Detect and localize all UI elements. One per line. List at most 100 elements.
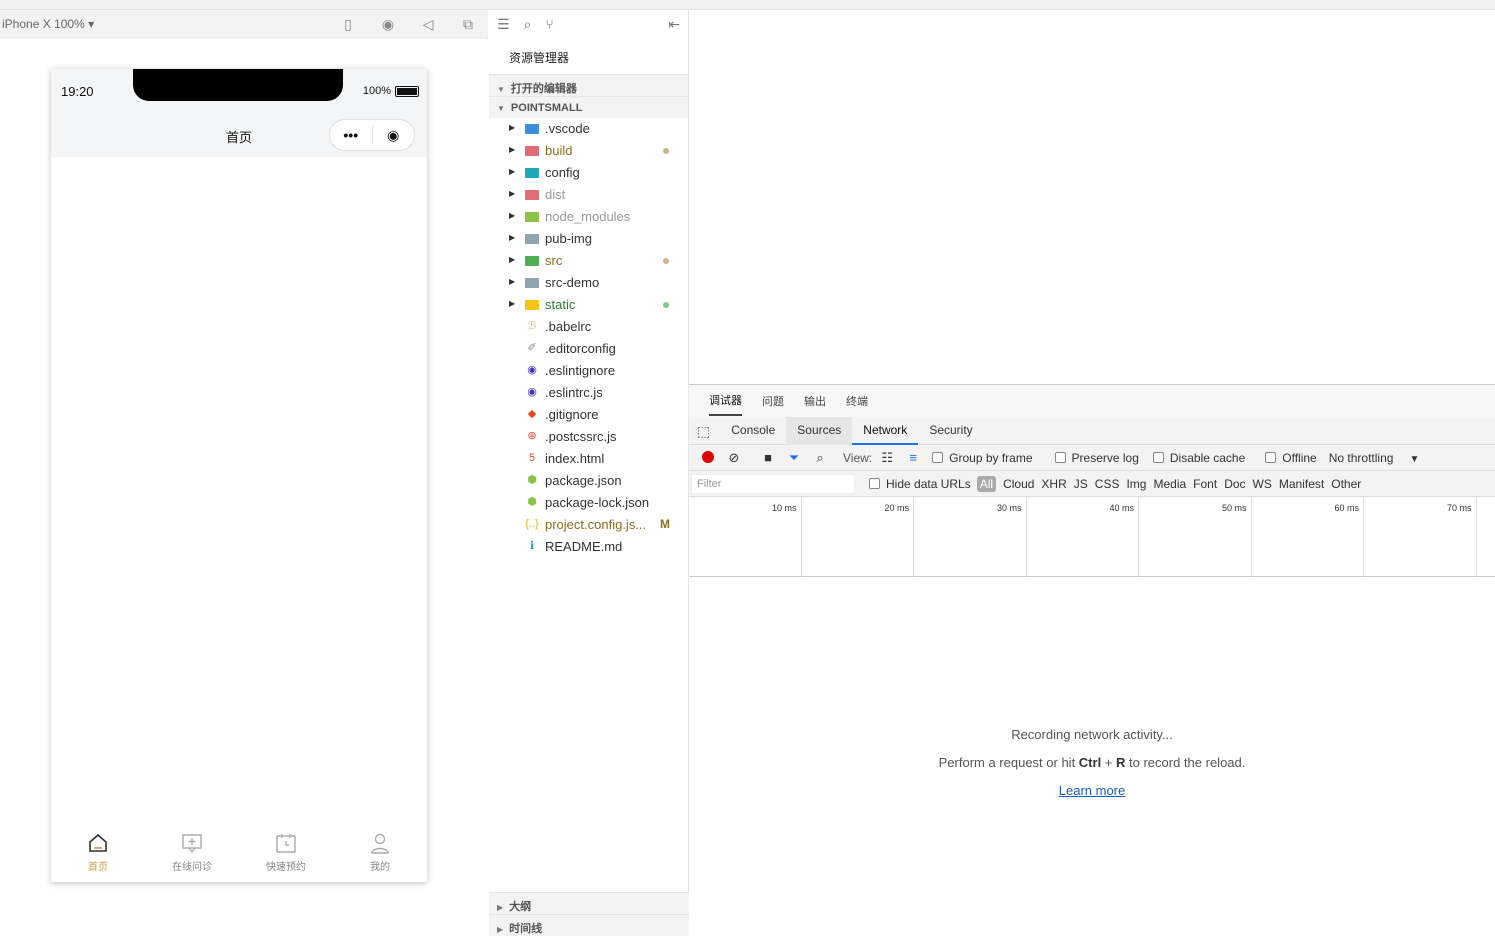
device-selector[interactable]: iPhone X 100% ▾ xyxy=(2,17,94,31)
tab-console[interactable]: Console xyxy=(720,417,786,445)
battery-icon xyxy=(395,85,419,97)
search-icon[interactable]: ⌕ xyxy=(809,450,831,466)
file-name: package.json xyxy=(545,473,622,488)
file-row[interactable]: ⬢ package.json xyxy=(489,470,688,492)
folder-row[interactable]: ▶ .vscode xyxy=(489,118,688,140)
inspect-element-icon[interactable]: ⬚ xyxy=(689,417,720,445)
folder-icon xyxy=(525,254,539,267)
tab-mine[interactable]: 我的 xyxy=(333,820,427,882)
file-row[interactable]: ✐ .editorconfig xyxy=(489,338,688,360)
folder-row[interactable]: ▶ build xyxy=(489,140,688,162)
outline-section[interactable]: ▶ 大纲 xyxy=(489,892,689,914)
filter-type-doc[interactable]: Doc xyxy=(1224,477,1245,491)
git-status-dot xyxy=(663,148,669,154)
tab-sources[interactable]: Sources xyxy=(786,416,853,445)
folder-row[interactable]: ▶ config xyxy=(489,162,688,184)
record-icon[interactable]: ◉ xyxy=(380,16,396,32)
tab-debugger[interactable]: 调试器 xyxy=(709,386,742,416)
volume-icon[interactable]: ◁ xyxy=(420,16,436,32)
tab-security[interactable]: Security xyxy=(918,417,983,445)
tab-consult[interactable]: 在线问诊 xyxy=(145,820,239,882)
folder-row[interactable]: ▶ pub-img xyxy=(489,228,688,250)
filter-type-css[interactable]: CSS xyxy=(1095,477,1120,491)
file-name: .babelrc xyxy=(545,319,592,334)
camera-icon[interactable]: ■ xyxy=(757,450,779,465)
search-icon[interactable]: ⌕ xyxy=(524,16,532,33)
large-rows-icon[interactable]: ☷ xyxy=(876,450,898,466)
filter-type-other[interactable]: Other xyxy=(1331,477,1361,491)
filter-type-xhr[interactable]: XHR xyxy=(1041,477,1066,491)
file-name: README.md xyxy=(545,539,623,554)
tab-terminal[interactable]: 终端 xyxy=(846,387,868,415)
filter-type-cloud[interactable]: Cloud xyxy=(1003,477,1034,491)
file-name: dist xyxy=(545,187,566,202)
outline-label: 大纲 xyxy=(509,901,532,913)
file-row[interactable]: ℬ .babelrc xyxy=(489,316,688,338)
simulator-toolbar: iPhone X 100% ▾ ▯ ◉ ◁ ⧉ xyxy=(0,10,488,38)
file-row[interactable]: ◉ .eslintrc.js xyxy=(489,382,688,404)
file-row[interactable]: ℹ README.md xyxy=(489,536,688,558)
file-type-icon: ◆ xyxy=(527,408,537,420)
file-type-icon: ⬢ xyxy=(527,474,537,486)
waterfall-icon[interactable]: ≡ xyxy=(902,450,924,465)
file-row[interactable]: ◆ .gitignore xyxy=(489,404,688,426)
filter-type-ws[interactable]: WS xyxy=(1253,477,1272,491)
tab-home[interactable]: 首页 xyxy=(51,820,145,882)
preserve-log-checkbox[interactable]: Preserve log xyxy=(1054,451,1139,465)
folder-icon xyxy=(525,210,539,223)
timeline-section[interactable]: ▶ 时间线 xyxy=(489,914,689,936)
file-name: index.html xyxy=(545,451,605,466)
file-row[interactable]: ⬢ package-lock.json xyxy=(489,492,688,514)
open-editors-section[interactable]: ▼ 打开的编辑器 xyxy=(489,74,688,96)
filter-type-manifest[interactable]: Manifest xyxy=(1279,477,1324,491)
phone-icon[interactable]: ▯ xyxy=(340,16,356,32)
capsule-menu: ••• ◉ xyxy=(329,119,415,151)
folder-row[interactable]: ▶ dist xyxy=(489,184,688,206)
folder-row[interactable]: ▶ node_modules xyxy=(489,206,688,228)
explorer-panel: ☰ ⌕ ⑂ ⇤ 资源管理器 ▼ 打开的编辑器 ▼ POINTSMALL ▶ .vsco… xyxy=(489,10,689,936)
chevron-down-icon: ▼ xyxy=(497,104,505,113)
record-button[interactable] xyxy=(697,450,719,465)
filter-type-font[interactable]: Font xyxy=(1193,477,1217,491)
file-name: .eslintrc.js xyxy=(545,385,603,400)
hide-data-urls-checkbox[interactable]: Hide data URLs xyxy=(869,477,971,491)
file-row[interactable]: ◉ .eslintignore xyxy=(489,360,688,382)
clear-icon[interactable]: ⊘ xyxy=(723,450,745,466)
mini-program-navbar: 首页 ••• ◉ xyxy=(51,113,427,157)
tab-problems[interactable]: 问题 xyxy=(762,387,784,415)
offline-checkbox[interactable]: Offline xyxy=(1265,451,1317,465)
throttling-select[interactable]: No throttling ▼ xyxy=(1329,451,1420,465)
more-icon[interactable]: ••• xyxy=(330,127,372,143)
dropdown-arrow-icon: ▼ xyxy=(1409,453,1420,465)
folder-icon xyxy=(525,232,539,245)
tab-output[interactable]: 输出 xyxy=(804,387,826,415)
chevron-right-icon: ▶ xyxy=(509,277,516,286)
filter-type-all[interactable]: All xyxy=(976,475,997,492)
folder-row[interactable]: ▶ src-demo xyxy=(489,272,688,294)
file-name: .vscode xyxy=(545,121,590,136)
filter-icon[interactable]: ⏷ xyxy=(783,450,805,466)
filter-type-media[interactable]: Media xyxy=(1153,477,1186,491)
list-icon[interactable]: ☰ xyxy=(497,16,510,33)
filter-type-img[interactable]: Img xyxy=(1126,477,1146,491)
file-row[interactable]: ⊛ .postcssrc.js xyxy=(489,426,688,448)
folder-row[interactable]: ▶ static xyxy=(489,294,688,316)
learn-more-link[interactable]: Learn more xyxy=(1059,783,1125,798)
folder-row[interactable]: ▶ src xyxy=(489,250,688,272)
tab-appointment[interactable]: 快速预约 xyxy=(239,820,333,882)
filter-type-js[interactable]: JS xyxy=(1074,477,1088,491)
file-type-icon: 5 xyxy=(528,452,536,464)
collapse-panel-icon[interactable]: ⇤ xyxy=(668,16,680,33)
disable-cache-checkbox[interactable]: Disable cache xyxy=(1152,451,1245,465)
branch-icon[interactable]: ⑂ xyxy=(545,16,553,32)
file-row[interactable]: {..} project.config.js... M xyxy=(489,514,688,536)
group-by-frame-checkbox[interactable]: Group by frame xyxy=(932,451,1033,465)
record-reload-hint: Perform a request or hit Ctrl + R to rec… xyxy=(938,755,1246,770)
project-section[interactable]: ▼ POINTSMALL xyxy=(489,96,688,118)
filter-input[interactable]: Filter xyxy=(691,473,855,494)
close-mini-program-icon[interactable]: ◉ xyxy=(373,127,415,144)
window-icon[interactable]: ⧉ xyxy=(460,16,476,32)
tab-network[interactable]: Network xyxy=(852,417,919,445)
timeline-tick: 20 ms xyxy=(802,497,914,577)
file-row[interactable]: 5 index.html xyxy=(489,448,688,470)
